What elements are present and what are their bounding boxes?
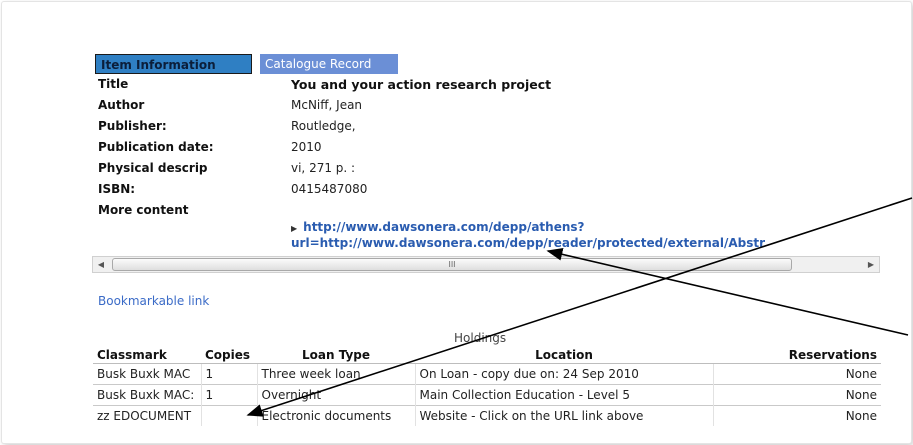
more-content-label: More content — [98, 203, 189, 217]
publication-date-value: 2010 — [291, 140, 322, 154]
cell-classmark: Busk Buxk MAC: — [93, 384, 202, 406]
holdings-table: Classmark Copies Loan Type Location Rese… — [93, 347, 881, 426]
col-classmark: Classmark — [93, 347, 201, 364]
author-value: McNiff, Jean — [291, 98, 363, 112]
tab-item-information[interactable]: Item Information — [95, 54, 252, 74]
cell-loan-type: Three week loan — [257, 363, 416, 385]
col-copies: Copies — [201, 347, 257, 364]
cell-location: Main Collection Education - Level 5 — [415, 384, 714, 406]
physical-description-label: Physical descrip — [98, 161, 208, 175]
holdings-header-row: Classmark Copies Loan Type Location Rese… — [93, 347, 881, 364]
cell-reservations: None — [713, 363, 881, 385]
holdings-title: Holdings — [454, 331, 507, 345]
cell-classmark: zz EDOCUMENT — [93, 405, 202, 426]
title-label: Title — [98, 77, 129, 91]
scroll-right-arrow-icon[interactable]: ▶ — [863, 257, 879, 272]
cell-copies — [201, 405, 258, 426]
scroll-left-arrow-icon[interactable]: ◀ — [93, 257, 109, 272]
more-content-link-line1[interactable]: http://www.dawsonera.com/depp/athens? — [303, 220, 584, 234]
cell-location: On Loan - copy due on: 24 Sep 2010 — [415, 363, 714, 385]
publisher-label: Publisher: — [98, 119, 167, 133]
table-row: zz EDOCUMENT Electronic documents Websit… — [93, 405, 881, 426]
triangle-bullet-icon: ▶ — [291, 224, 298, 233]
physical-description-value: vi, 271 p. : — [291, 161, 356, 175]
title-value: You and your action research project — [291, 77, 552, 92]
isbn-label: ISBN: — [98, 182, 136, 196]
scrollbar-thumb[interactable]: III — [112, 258, 792, 271]
tab-catalogue-record[interactable]: Catalogue Record — [260, 54, 398, 74]
isbn-value: 0415487080 — [291, 182, 368, 196]
cell-classmark: Busk Buxk MAC — [93, 363, 202, 385]
publisher-value: Routledge, — [291, 119, 356, 133]
more-content-link-line2[interactable]: url=http://www.dawsonera.com/depp/reader… — [291, 236, 765, 250]
horizontal-scrollbar[interactable]: ◀ III ▶ — [92, 256, 880, 273]
cell-copies: 1 — [201, 363, 258, 385]
col-location: Location — [415, 347, 713, 364]
table-row: Busk Buxk MAC: 1 Overnight Main Collecti… — [93, 384, 881, 406]
cell-location: Website - Click on the URL link above — [415, 405, 714, 426]
cell-loan-type: Overnight — [257, 384, 416, 406]
cell-reservations: None — [713, 405, 881, 426]
bookmarkable-link[interactable]: Bookmarkable link — [98, 294, 209, 308]
publication-date-label: Publication date: — [98, 140, 214, 154]
col-reservations: Reservations — [713, 347, 881, 364]
cell-reservations: None — [713, 384, 881, 406]
cell-copies: 1 — [201, 384, 258, 406]
more-content-link[interactable]: ▶ http://www.dawsonera.com/depp/athens? — [291, 220, 585, 234]
col-loan-type: Loan Type — [257, 347, 415, 364]
table-row: Busk Buxk MAC 1 Three week loan On Loan … — [93, 363, 881, 385]
cell-loan-type: Electronic documents — [257, 405, 416, 426]
author-label: Author — [98, 98, 145, 112]
catalogue-panel: Item Information Catalogue Record Title … — [2, 2, 911, 443]
